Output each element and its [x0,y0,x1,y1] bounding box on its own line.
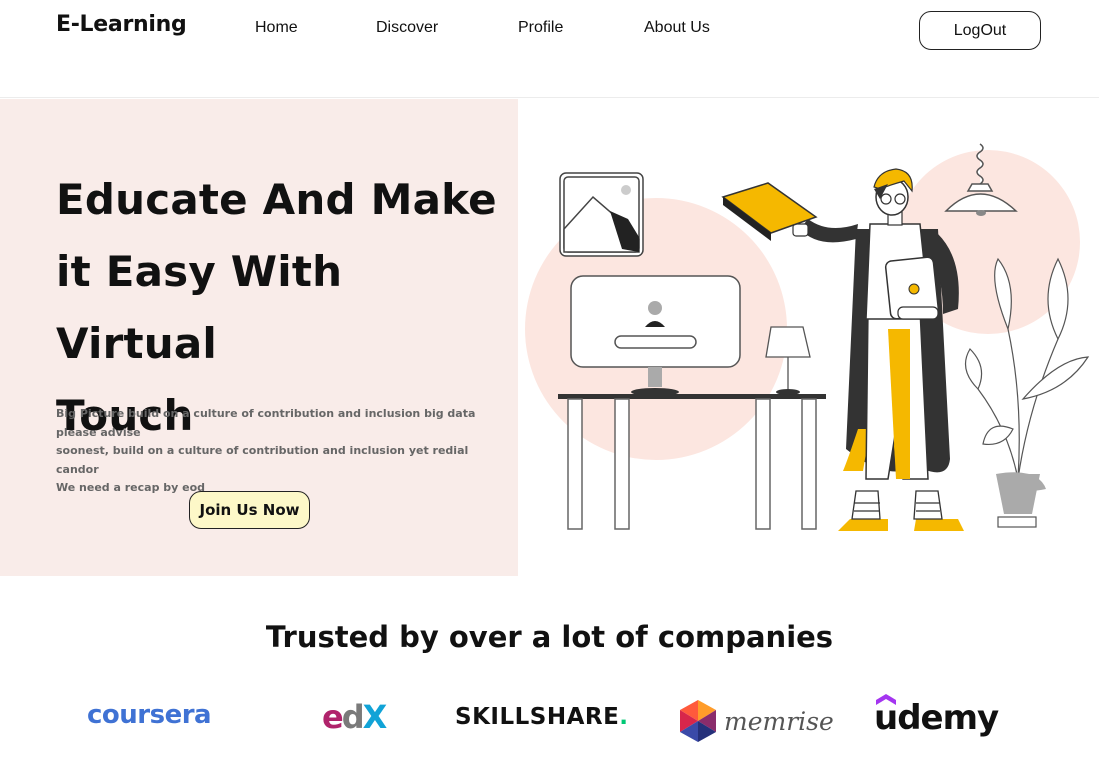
join-us-button[interactable]: Join Us Now [189,491,310,529]
edx-logo-x: X [362,698,388,736]
hero-title-line: it Easy With Virtual [56,247,343,368]
memrise-logo[interactable]: memrise [680,700,834,742]
hero-description: Big Picture build on a culture of contri… [56,405,506,498]
coursera-logo[interactable]: coursera [87,700,212,730]
nav-link-about-us[interactable]: About Us [644,19,710,37]
memrise-hexagon-icon [680,700,716,742]
memrise-logo-text: memrise [724,706,834,736]
picture-frame-icon [559,172,644,257]
skillshare-logo-text: SKILLSHARE [455,704,620,730]
udemy-logo[interactable]: udemy [874,694,999,738]
brand-logo[interactable]: E-Learning [56,12,187,37]
hero-description-line: Big Picture build on a culture of contri… [56,407,476,439]
top-navbar: E-Learning Home Discover Profile About U… [0,0,1099,98]
nav-link-home[interactable]: Home [255,19,298,37]
coursera-logo-text: coursera [87,700,212,730]
skillshare-logo[interactable]: SKILLSHARE. [455,704,629,730]
trusted-title: Trusted by over a lot of companies [265,620,834,654]
edx-logo[interactable]: e d X [322,698,388,736]
edx-logo-d: d [341,698,365,736]
learning-illustration [525,143,1090,531]
hero-title-line: Educate And Make [56,175,497,224]
logout-button[interactable]: LogOut [919,11,1041,50]
udemy-hat-icon [876,694,896,705]
nav-link-discover[interactable]: Discover [376,19,438,37]
edx-logo-e: e [322,698,344,736]
hero-description-line: soonest, build on a culture of contribut… [56,444,469,476]
nav-link-profile[interactable]: Profile [518,19,563,37]
skillshare-logo-dot: . [619,704,629,730]
